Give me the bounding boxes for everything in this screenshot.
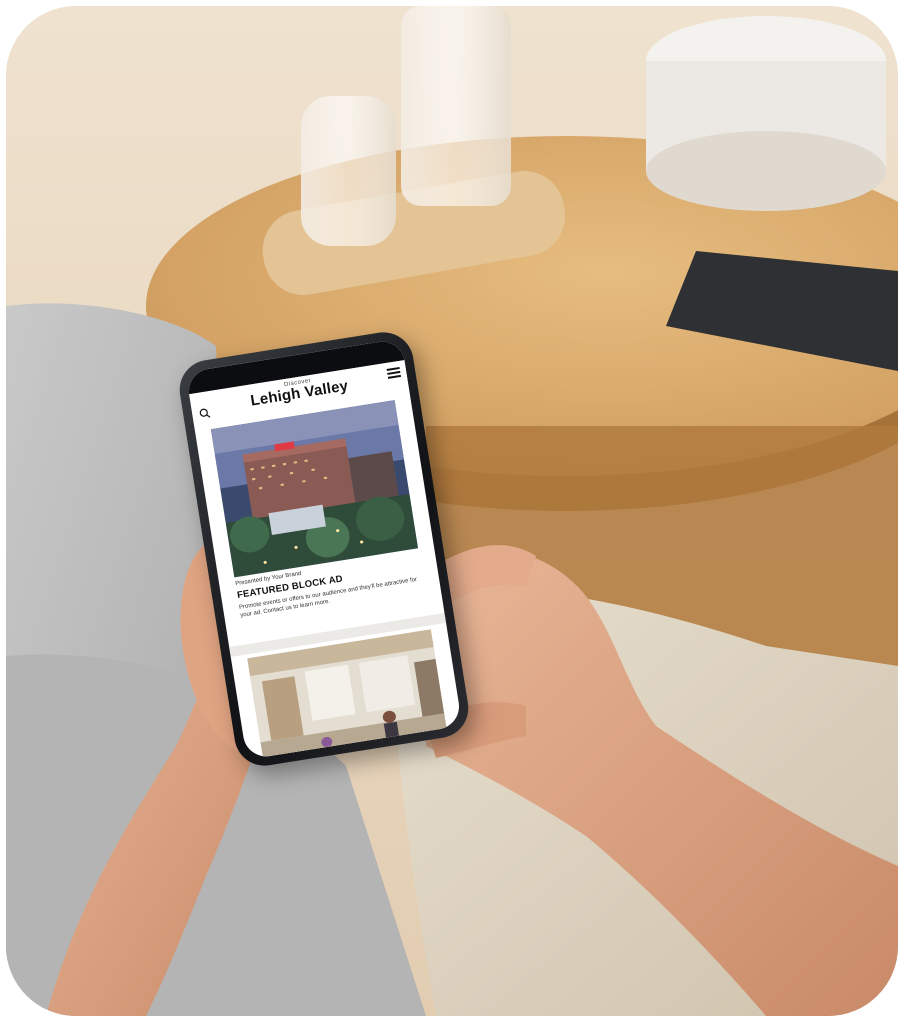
photo-frame: Discover Lehigh Valley Presented by Your… (6, 6, 898, 1016)
featured-hotel-image[interactable] (210, 400, 419, 578)
hamburger-menu-icon[interactable] (386, 366, 401, 379)
scene-background (6, 6, 898, 1016)
search-icon[interactable] (199, 407, 212, 420)
